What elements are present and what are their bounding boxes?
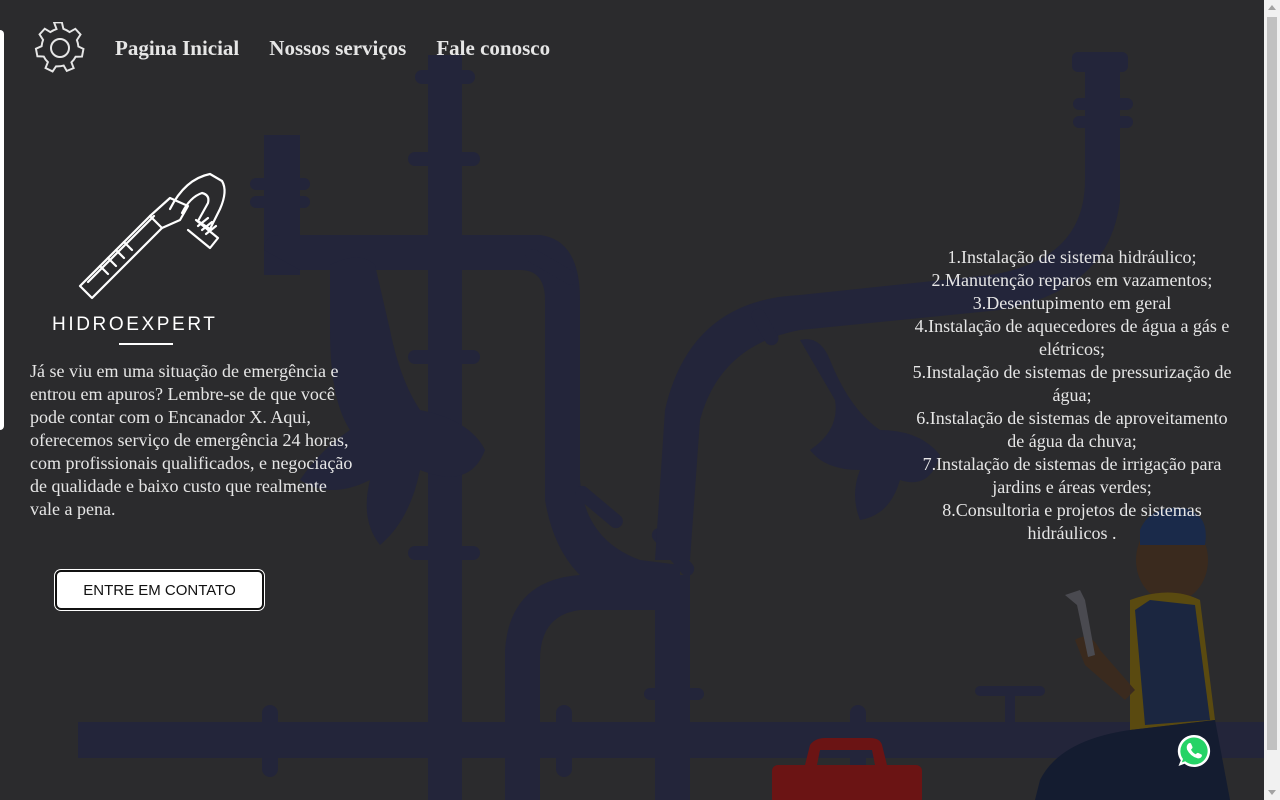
intro-text: Já se viu em uma situação de emergência … xyxy=(30,361,353,519)
main-nav: Pagina Inicial Nossos serviços Fale cono… xyxy=(115,36,550,61)
scrollbar-thumb[interactable] xyxy=(1267,17,1277,750)
service-item: 8.Consultoria e projetos de sistemas hid… xyxy=(942,500,1202,543)
vertical-scrollbar[interactable] xyxy=(1264,0,1280,800)
service-item: 5.Instalação de sistemas de pressurizaçã… xyxy=(912,362,1232,405)
brand-underline xyxy=(119,343,173,345)
service-item: 6.Instalação de sistemas de aproveitamen… xyxy=(916,408,1228,451)
service-item: 2.Manutenção reparos em vazamentos; xyxy=(931,270,1213,290)
nav-link-services[interactable]: Nossos serviços xyxy=(269,36,406,61)
nav-link-contact[interactable]: Fale conosco xyxy=(436,36,550,61)
top-navigation: Pagina Inicial Nossos serviços Fale cono… xyxy=(34,22,550,74)
left-edge-panel xyxy=(0,30,4,430)
whatsapp-icon[interactable] xyxy=(1176,733,1212,769)
gear-icon[interactable] xyxy=(34,22,86,74)
service-item: 4.Instalação de aquecedores de água a gá… xyxy=(914,316,1230,359)
scroll-down-icon[interactable] xyxy=(1268,790,1276,795)
service-item: 1.Instalação de sistema hidráulico; xyxy=(947,247,1197,267)
pipe-wrench-icon xyxy=(78,172,226,300)
contact-button[interactable]: ENTRE EM CONTATO xyxy=(55,570,264,610)
services-list: 1.Instalação de sistema hidráulico; 2.Ma… xyxy=(912,246,1232,545)
scroll-up-icon[interactable] xyxy=(1268,5,1276,10)
service-item: 7.Instalação de sistemas de irrigação pa… xyxy=(922,454,1222,497)
service-item: 3.Desentupimento em geral xyxy=(972,293,1172,313)
brand-name: HIDROEXPERT xyxy=(52,314,218,335)
nav-link-home[interactable]: Pagina Inicial xyxy=(115,36,239,61)
